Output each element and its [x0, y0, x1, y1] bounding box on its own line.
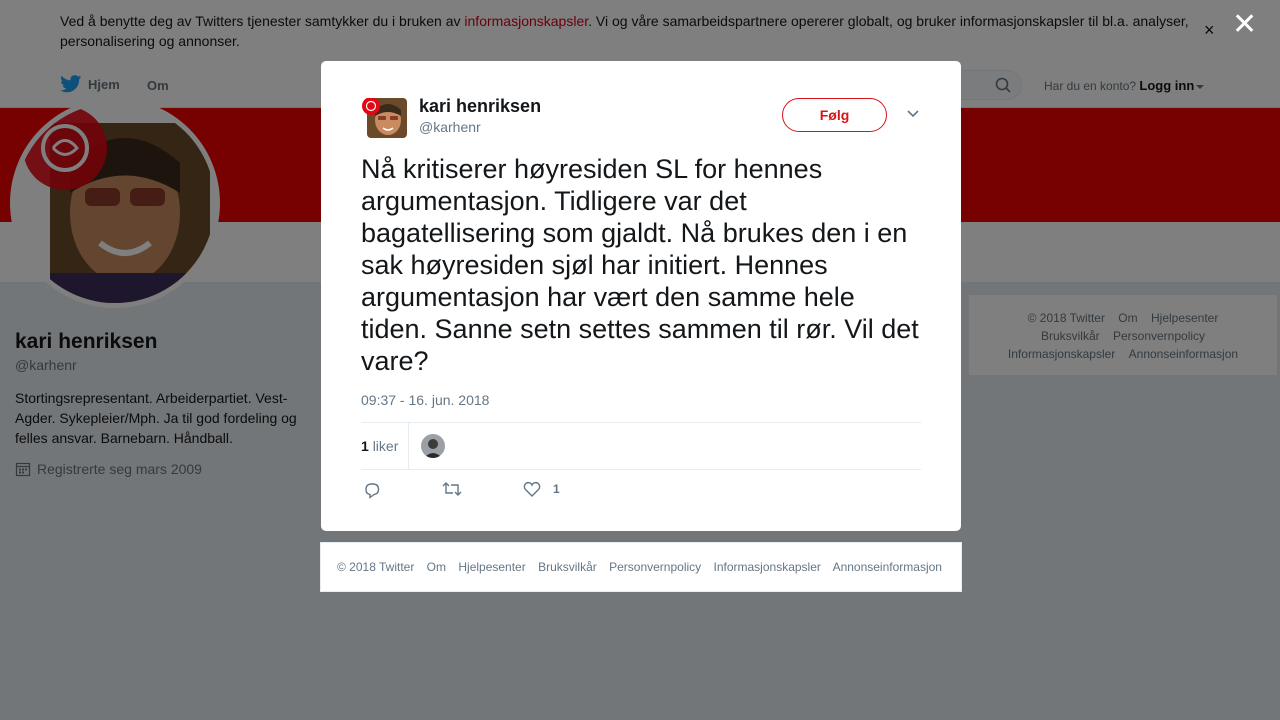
tweet-text: Nå kritiserer høyresiden SL for hennes a… — [361, 154, 919, 376]
footer-copyright: © 2018 Twitter — [337, 560, 415, 574]
tweet-author-name[interactable]: kari henriksen — [419, 96, 541, 117]
heart-icon — [523, 481, 541, 497]
tweet-author-handle[interactable]: @karhenr — [419, 119, 481, 135]
chevron-down-icon[interactable] — [906, 109, 920, 119]
like-button[interactable]: 1 — [523, 481, 560, 497]
like-count: 1 — [553, 482, 560, 496]
footer-link-help[interactable]: Hjelpesenter — [458, 560, 525, 574]
retweet-button[interactable] — [442, 481, 462, 497]
likes-stat[interactable]: 1 liker — [361, 423, 409, 469]
footer-link-privacy[interactable]: Personvernpolicy — [609, 560, 701, 574]
close-icon[interactable]: ✕ — [1232, 10, 1257, 40]
tweet-modal: kari henriksen @karhenr Følg Nå kritiser… — [321, 61, 961, 531]
reply-icon — [365, 483, 380, 499]
modal-footer: © 2018 Twitter Om Hjelpesenter Bruksvilk… — [320, 542, 962, 592]
tweet-stats: 1 liker — [361, 422, 921, 470]
reply-button[interactable] — [363, 481, 381, 499]
follow-button[interactable]: Følg — [782, 98, 887, 132]
footer-link-ads[interactable]: Annonseinformasjon — [833, 560, 942, 574]
liker-avatar[interactable] — [421, 434, 445, 458]
retweet-icon — [442, 482, 462, 496]
footer-link-about[interactable]: Om — [427, 560, 446, 574]
tweet-author-avatar[interactable] — [361, 97, 407, 138]
footer-link-cookies[interactable]: Informasjonskapsler — [714, 560, 821, 574]
tweet-timestamp[interactable]: 09:37 - 16. jun. 2018 — [361, 392, 489, 408]
footer-link-terms[interactable]: Bruksvilkår — [538, 560, 597, 574]
